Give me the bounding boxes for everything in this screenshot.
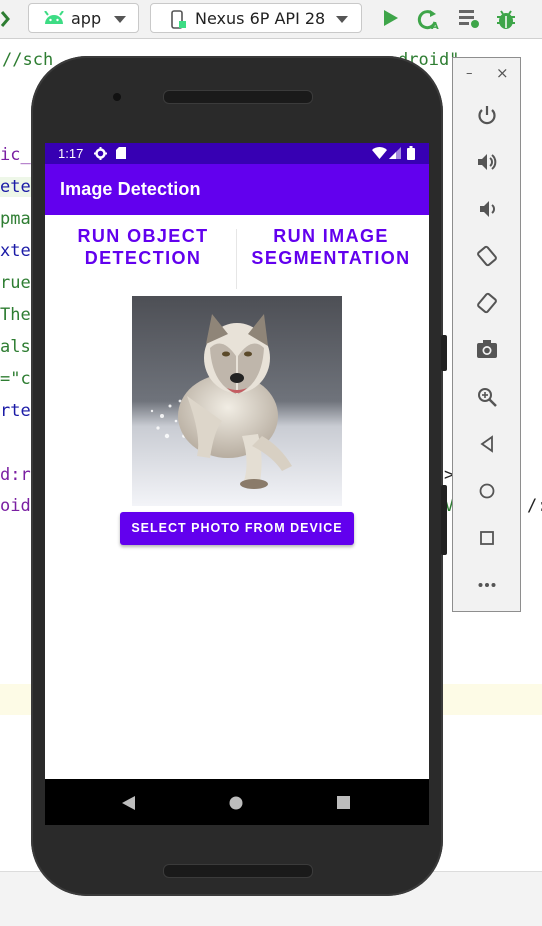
code-line: rte xyxy=(0,401,31,421)
status-time: 1:17 xyxy=(58,146,84,161)
emulator-controls-panel: – × xyxy=(452,57,521,612)
code-line: pma xyxy=(0,209,31,229)
svg-text:A: A xyxy=(431,21,439,30)
screenshot-icon[interactable] xyxy=(476,338,498,360)
android-icon xyxy=(44,11,64,24)
apply-changes-icon[interactable]: A xyxy=(417,8,441,30)
nav-overview-icon[interactable] xyxy=(337,796,350,809)
module-selector[interactable]: app xyxy=(28,3,139,33)
home-icon[interactable] xyxy=(476,480,498,502)
run-icon[interactable] xyxy=(382,8,400,28)
chevron-down-icon xyxy=(336,16,348,23)
device-icon xyxy=(171,10,186,29)
button-label-line: RUN IMAGE xyxy=(273,226,389,246)
cell-signal-icon xyxy=(389,147,401,159)
zoom-icon[interactable] xyxy=(476,386,498,408)
close-button[interactable]: × xyxy=(496,64,509,82)
code-line: oid xyxy=(0,496,31,516)
code-line: The xyxy=(0,305,31,325)
device-selector[interactable]: Nexus 6P API 28 xyxy=(150,3,362,33)
run-image-segmentation-button[interactable]: RUN IMAGE SEGMENTATION xyxy=(242,225,420,285)
navigation-bar xyxy=(45,779,429,825)
volume-up-icon[interactable] xyxy=(476,151,498,173)
button-label-line: DETECTION xyxy=(84,248,202,268)
wifi-icon xyxy=(372,147,387,159)
code-fragment: /: xyxy=(527,496,542,516)
volume-down-icon[interactable] xyxy=(476,198,498,220)
sd-card-icon xyxy=(116,147,126,159)
button-label-line: SEGMENTATION xyxy=(251,248,411,268)
run-object-detection-button[interactable]: RUN OBJECT DETECTION xyxy=(60,225,226,285)
top-speaker xyxy=(163,90,313,104)
power-icon[interactable] xyxy=(476,104,498,126)
button-label-line: RUN OBJECT xyxy=(77,226,209,246)
app-bar: Image Detection xyxy=(45,164,429,215)
minimize-button[interactable]: – xyxy=(466,66,473,81)
app-title: Image Detection xyxy=(60,179,201,199)
wolf-photo xyxy=(132,296,342,506)
select-photo-button[interactable]: SELECT PHOTO FROM DEVICE xyxy=(120,512,354,545)
debug-icon[interactable] xyxy=(495,8,517,30)
code-url-fragment: //sch xyxy=(2,50,54,70)
more-icon[interactable] xyxy=(476,574,498,596)
chevron-down-icon xyxy=(114,16,126,23)
back-arrow-icon[interactable] xyxy=(0,10,10,28)
status-bar: 1:17 xyxy=(45,143,429,164)
settings-icon xyxy=(94,147,107,160)
profiler-icon[interactable] xyxy=(458,8,480,28)
device-label: Nexus 6P API 28 xyxy=(195,9,326,28)
code-line: d:r xyxy=(0,465,31,485)
module-label: app xyxy=(71,9,102,28)
overview-icon[interactable] xyxy=(476,527,498,549)
nav-back-icon[interactable] xyxy=(122,796,136,810)
ide-toolbar: app Nexus 6P API 28 A xyxy=(0,0,542,39)
rotate-left-icon[interactable] xyxy=(476,245,498,267)
code-line: xte xyxy=(0,241,31,261)
code-line: ="c xyxy=(0,369,31,389)
device-side-button[interactable] xyxy=(441,335,447,371)
device-screen: 1:17 Image Detection RUN OBJECT DETECTIO… xyxy=(45,143,429,825)
divider xyxy=(236,229,237,289)
code-line: ete xyxy=(0,177,31,197)
code-line: ic_ xyxy=(0,145,31,165)
bottom-speaker xyxy=(163,864,313,878)
code-line: rue xyxy=(0,273,31,293)
back-icon[interactable] xyxy=(476,433,498,455)
battery-icon xyxy=(407,146,415,160)
device-side-button[interactable] xyxy=(441,485,447,555)
rotate-right-icon[interactable] xyxy=(476,292,498,314)
code-line: als xyxy=(0,337,31,357)
nav-home-icon[interactable] xyxy=(229,796,243,810)
front-camera xyxy=(113,93,121,101)
